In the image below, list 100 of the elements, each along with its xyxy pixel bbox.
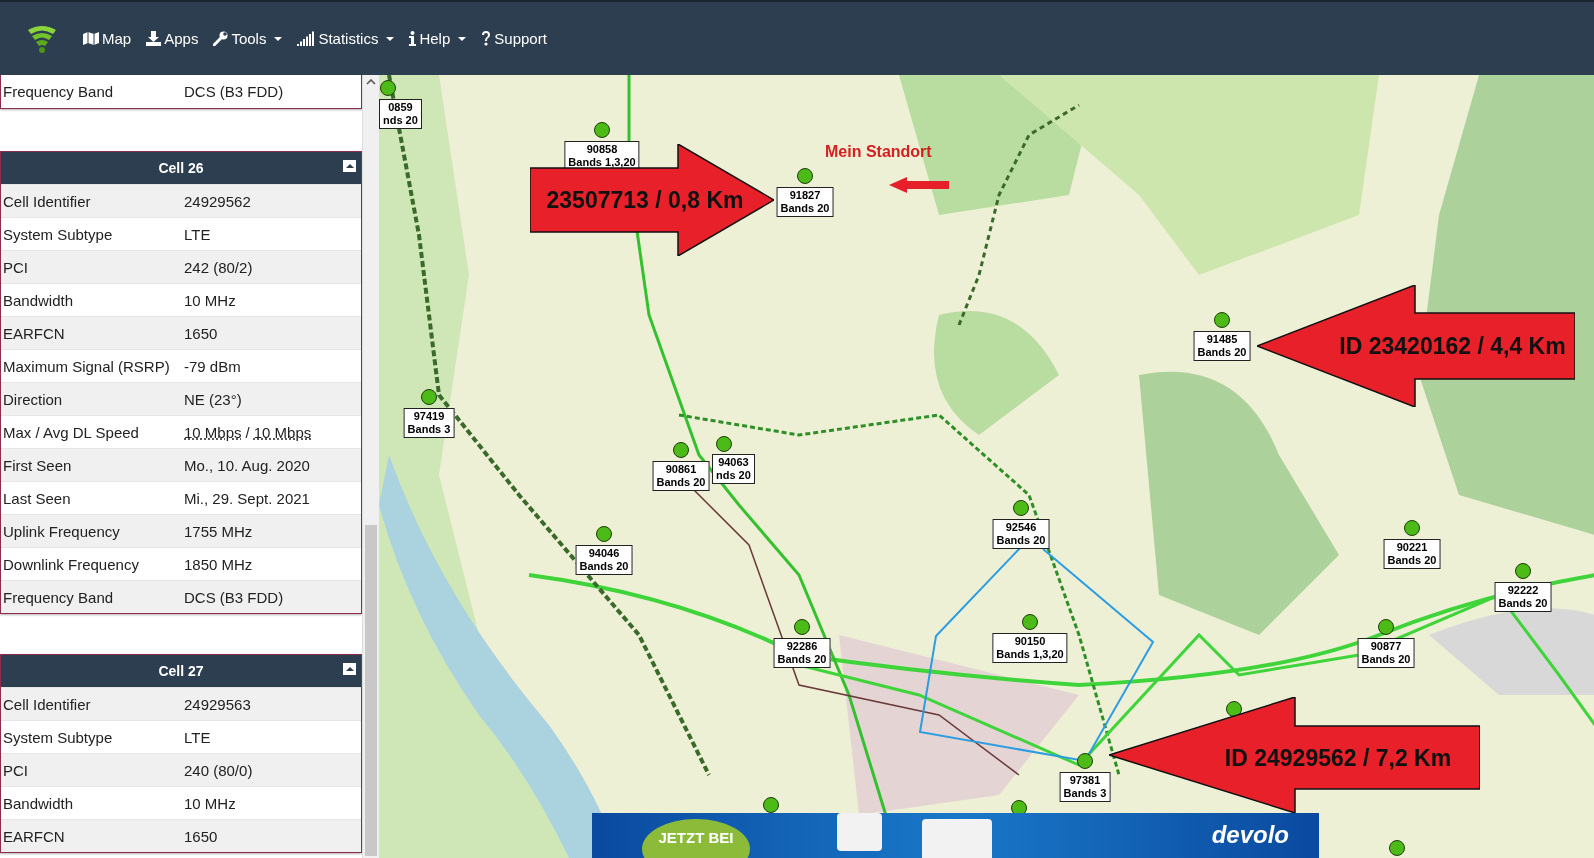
- speed-value: 10 Mbps: [184, 423, 242, 441]
- brand-logo-text: devolo: [1211, 821, 1289, 849]
- row-value: NE (23°): [184, 390, 242, 408]
- marker-label: 97381 Bands 3: [1059, 772, 1111, 802]
- row-value: -79 dBm: [184, 357, 241, 375]
- nav-link[interactable]: Tools: [213, 30, 283, 47]
- marker-label: 94046 Bands 20: [575, 545, 633, 575]
- marker-label: 97419 Bands 3: [403, 408, 455, 438]
- collapse-button[interactable]: [343, 663, 356, 675]
- map-marker[interactable]: [1404, 520, 1420, 536]
- annotation-text: ID 24929562 / 7,2 Km: [1224, 744, 1452, 771]
- nav-link[interactable]: Map: [83, 30, 132, 47]
- map-marker[interactable]: [1515, 563, 1531, 579]
- row-value: LTE: [184, 225, 211, 243]
- map-marker[interactable]: [1214, 312, 1230, 328]
- marker-label: 90861 Bands 20: [652, 461, 710, 491]
- card-title: Cell 27: [158, 663, 204, 679]
- row-label: Maximum Signal (RSRP): [2, 357, 171, 375]
- speed-value: 10 Mbps: [253, 423, 312, 441]
- map-marker[interactable]: [1389, 840, 1405, 856]
- row-value: 24929562: [184, 192, 251, 210]
- map-marker[interactable]: [797, 168, 813, 184]
- plug-adapter-icon: [837, 813, 882, 851]
- row-value: LTE: [184, 728, 211, 746]
- row-label: PCI: [2, 761, 29, 779]
- annotation-text: 23507713 / 0,8 Km: [546, 187, 744, 213]
- map-marker[interactable]: [1022, 614, 1038, 630]
- row-label: Cell Identifier: [2, 695, 92, 713]
- map-icon: [83, 32, 99, 45]
- row-value: 1850 MHz: [184, 555, 253, 573]
- row-value: 24929563: [184, 695, 251, 713]
- row-label: EARFCN: [2, 827, 66, 845]
- row-value: DCS (B3 FDD): [184, 588, 284, 606]
- row-label: PCI: [2, 258, 29, 276]
- row-label: Bandwidth: [2, 794, 75, 812]
- marker-label: 94063 nds 20: [712, 454, 755, 484]
- scrollbar[interactable]: [362, 75, 379, 858]
- download-icon: [146, 31, 162, 46]
- map-marker[interactable]: [716, 436, 732, 452]
- nav-link[interactable]: Apps: [146, 30, 199, 47]
- map-marker[interactable]: [1013, 500, 1029, 516]
- row-value: 242 (80/2): [184, 258, 253, 276]
- marker-label: 90221 Bands 20: [1383, 539, 1441, 569]
- row-value: 10 MHz: [184, 794, 236, 812]
- ad-badge: JETZT BEI: [642, 819, 750, 858]
- card-title: Cell 26: [158, 160, 204, 176]
- marker-label: 91485 Bands 20: [1193, 331, 1251, 361]
- map-marker[interactable]: [1226, 701, 1242, 717]
- marker-label: 91827 Bands 20: [776, 187, 834, 217]
- signal-bars-icon: [297, 31, 316, 46]
- map-marker[interactable]: [1378, 619, 1394, 635]
- row-label: Max / Avg DL Speed: [2, 423, 140, 441]
- scrollbar-thumb[interactable]: [365, 525, 377, 856]
- annotation-text: ID 23420162 / 4,4 Km: [1339, 333, 1566, 359]
- row-label: Downlink Frequency: [2, 555, 140, 573]
- row-value: 10 MHz: [184, 291, 236, 309]
- nav-link[interactable]: Support: [481, 30, 547, 47]
- row-label: First Seen: [2, 456, 73, 474]
- row-label: Frequency Band: [2, 588, 115, 606]
- row-label: Uplink Frequency: [2, 522, 121, 540]
- row-value: Mo., 10. Aug. 2020: [184, 456, 310, 474]
- marker-label: 92286 Bands 20: [773, 638, 831, 668]
- row-value: DCS (B3 FDD): [184, 83, 284, 100]
- row-label: EARFCN: [2, 324, 66, 342]
- map-marker[interactable]: [1077, 753, 1093, 769]
- map-marker[interactable]: [596, 526, 612, 542]
- nav-link[interactable]: Statistics: [297, 30, 395, 47]
- pointer-arrow-icon: [889, 177, 949, 193]
- row-value: 1650: [184, 827, 218, 845]
- wifi-logo-icon[interactable]: [26, 23, 58, 54]
- ad-banner[interactable]: JETZT BEI devolo: [592, 813, 1319, 858]
- marker-label: 0859 nds 20: [379, 99, 422, 129]
- row-label: Last Seen: [2, 489, 72, 507]
- scroll-up-icon[interactable]: [366, 79, 376, 85]
- row-value: 1650: [184, 324, 218, 342]
- marker-label: 90150 Bands 1,3,20: [992, 633, 1068, 663]
- plug-adapter-icon: [922, 819, 992, 858]
- marker-label: 90877 Bands 20: [1357, 638, 1415, 668]
- map-marker[interactable]: [594, 122, 610, 138]
- row-label: Cell Identifier: [2, 192, 92, 210]
- row-label: System Subtype: [2, 728, 114, 746]
- row-label: Frequency Band: [2, 83, 115, 100]
- map-marker[interactable]: [763, 797, 779, 813]
- collapse-button[interactable]: [343, 160, 356, 172]
- map-marker[interactable]: [794, 619, 810, 635]
- row-label: Direction: [2, 390, 64, 408]
- marker-label: 92222 Bands 20: [1494, 582, 1552, 612]
- wrench-icon: [213, 31, 229, 46]
- marker-label: 92546 Bands 20: [992, 519, 1050, 549]
- info-icon: [409, 31, 417, 46]
- nav-link[interactable]: Help: [409, 30, 467, 47]
- row-label: System Subtype: [2, 225, 114, 243]
- row-label: Bandwidth: [2, 291, 75, 309]
- row-value: Mi., 29. Sept. 2021: [184, 489, 310, 507]
- separator-text: /: [245, 423, 250, 441]
- row-value: 240 (80/0): [184, 761, 253, 779]
- location-label: Mein Standort: [825, 143, 932, 161]
- question-icon: [481, 31, 492, 46]
- map-marker[interactable]: [673, 442, 689, 458]
- row-value: 1755 MHz: [184, 522, 253, 540]
